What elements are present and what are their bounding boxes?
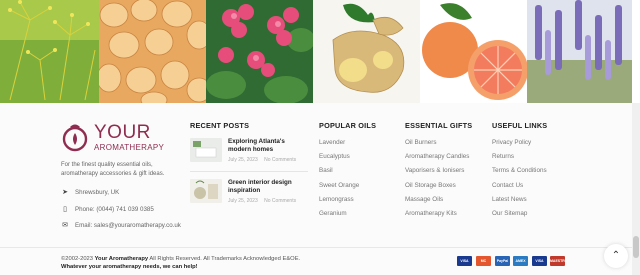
post-divider	[190, 171, 308, 172]
logo-sub-text: AROMATHERAPY	[94, 143, 165, 152]
post-thumbnail[interactable]	[190, 179, 222, 203]
envelope-icon: ✉	[62, 222, 68, 229]
essential-gifts-link[interactable]: Massage Oils	[405, 196, 443, 203]
geranium-image	[206, 0, 313, 103]
fennel-image	[0, 0, 99, 103]
useful-links-link[interactable]: Terms & Conditions	[492, 167, 547, 174]
post-title[interactable]: Exploring Atlanta's modern homes	[228, 138, 308, 154]
essential-gifts-link[interactable]: Vaporisers & Ionisers	[405, 167, 464, 174]
recent-post-item[interactable]: Green interior design inspiration July 2…	[190, 179, 308, 204]
post-comments[interactable]: No Comments	[264, 157, 296, 163]
ginger-image	[313, 0, 420, 103]
popular-oils-heading: POPULAR OILS	[319, 121, 377, 130]
post-meta: July 25, 2023 No Comments	[228, 198, 308, 204]
contact-email-text: Email: sales@youraromatherapy.co.uk	[75, 221, 181, 229]
grapefruit-image	[420, 0, 527, 103]
chevron-up-icon: ⌃	[611, 250, 621, 261]
useful-links-link[interactable]: Latest News	[492, 196, 527, 203]
amex-card-icon: AMEX	[513, 256, 528, 266]
phone-icon: ▯	[63, 206, 67, 213]
post-meta: July 25, 2023 No Comments	[228, 157, 308, 163]
footer-divider	[0, 247, 632, 248]
essential-gifts-link[interactable]: Aromatherapy Candles	[405, 153, 469, 160]
post-comments[interactable]: No Comments	[264, 198, 296, 204]
popular-oils-link[interactable]: Lavender	[319, 139, 345, 146]
scrollbar[interactable]	[632, 103, 640, 275]
contact-phone-text: Phone: (0044) 741 039 0385	[75, 205, 154, 213]
popular-oils-link[interactable]: Sweet Orange	[319, 182, 359, 189]
useful-links-link[interactable]: Our Sitemap	[492, 210, 527, 217]
copyright: ©2002-2023 Your Aromatherapy All Rights …	[61, 255, 300, 271]
recent-posts-heading: RECENT POSTS	[190, 121, 250, 130]
popular-oils-link[interactable]: Lemongrass	[319, 196, 354, 203]
mastercard-icon: MC	[476, 256, 491, 266]
contact-location-text: Shrewsbury, UK	[75, 188, 120, 196]
contact-location: ➤ Shrewsbury, UK	[61, 188, 120, 197]
useful-links-link[interactable]: Contact Us	[492, 182, 523, 189]
visa-card-icon: VISA	[457, 256, 472, 266]
post-thumbnail[interactable]	[190, 138, 222, 162]
useful-links-link[interactable]: Returns	[492, 153, 514, 160]
recent-post-item[interactable]: Exploring Atlanta's modern homes July 25…	[190, 138, 308, 163]
useful-links-heading: USEFUL LINKS	[492, 121, 548, 130]
copyright-line: ©2002-2023 Your Aromatherapy All Rights …	[61, 255, 300, 263]
location-arrow-icon: ➤	[62, 189, 68, 196]
paypal-icon: PayPal	[495, 256, 510, 266]
logo-emblem-icon	[62, 124, 88, 152]
footer-slogan: Whatever your aromatherapy needs, we can…	[61, 264, 198, 270]
useful-links-link[interactable]: Privacy Policy	[492, 139, 531, 146]
scroll-to-top-button[interactable]: ⌃	[604, 244, 628, 268]
popular-oils-link[interactable]: Eucalyptus	[319, 153, 350, 160]
banner	[0, 0, 640, 103]
essential-gifts-link[interactable]: Oil Burners	[405, 139, 437, 146]
logo-main-text: YOUR	[94, 122, 151, 143]
post-date: July 25, 2023	[228, 198, 258, 204]
resin-image	[99, 0, 206, 103]
brand-tagline: For the finest quality essential oils, a…	[61, 162, 165, 177]
essential-gifts-link[interactable]: Aromatherapy Kits	[405, 210, 457, 217]
copyright-brand: Your Aromatherapy	[94, 256, 149, 262]
scrollbar-thumb[interactable]	[633, 236, 639, 258]
essential-gifts-heading: ESSENTIAL GIFTS	[405, 121, 473, 130]
popular-oils-link[interactable]: Basil	[319, 167, 333, 174]
copyright-prefix: ©2002-2023	[61, 256, 95, 262]
popular-oils-link[interactable]: Geranium	[319, 210, 347, 217]
maestro-card-icon: MAESTRO	[550, 256, 568, 266]
site-logo[interactable]: YOUR AROMATHERAPY	[61, 121, 165, 157]
post-title[interactable]: Green interior design inspiration	[228, 179, 308, 195]
lavender-image	[527, 0, 632, 103]
post-date: July 25, 2023	[228, 157, 258, 163]
contact-phone[interactable]: ▯ Phone: (0044) 741 039 0385	[61, 205, 154, 214]
essential-gifts-link[interactable]: Oil Storage Boxes	[405, 182, 456, 189]
copyright-suffix: All Rights Reserved. All Trademarks Ackn…	[148, 256, 301, 262]
contact-email[interactable]: ✉ Email: sales@youraromatherapy.co.uk	[61, 221, 181, 230]
visa-electron-icon: VISA	[532, 256, 547, 266]
